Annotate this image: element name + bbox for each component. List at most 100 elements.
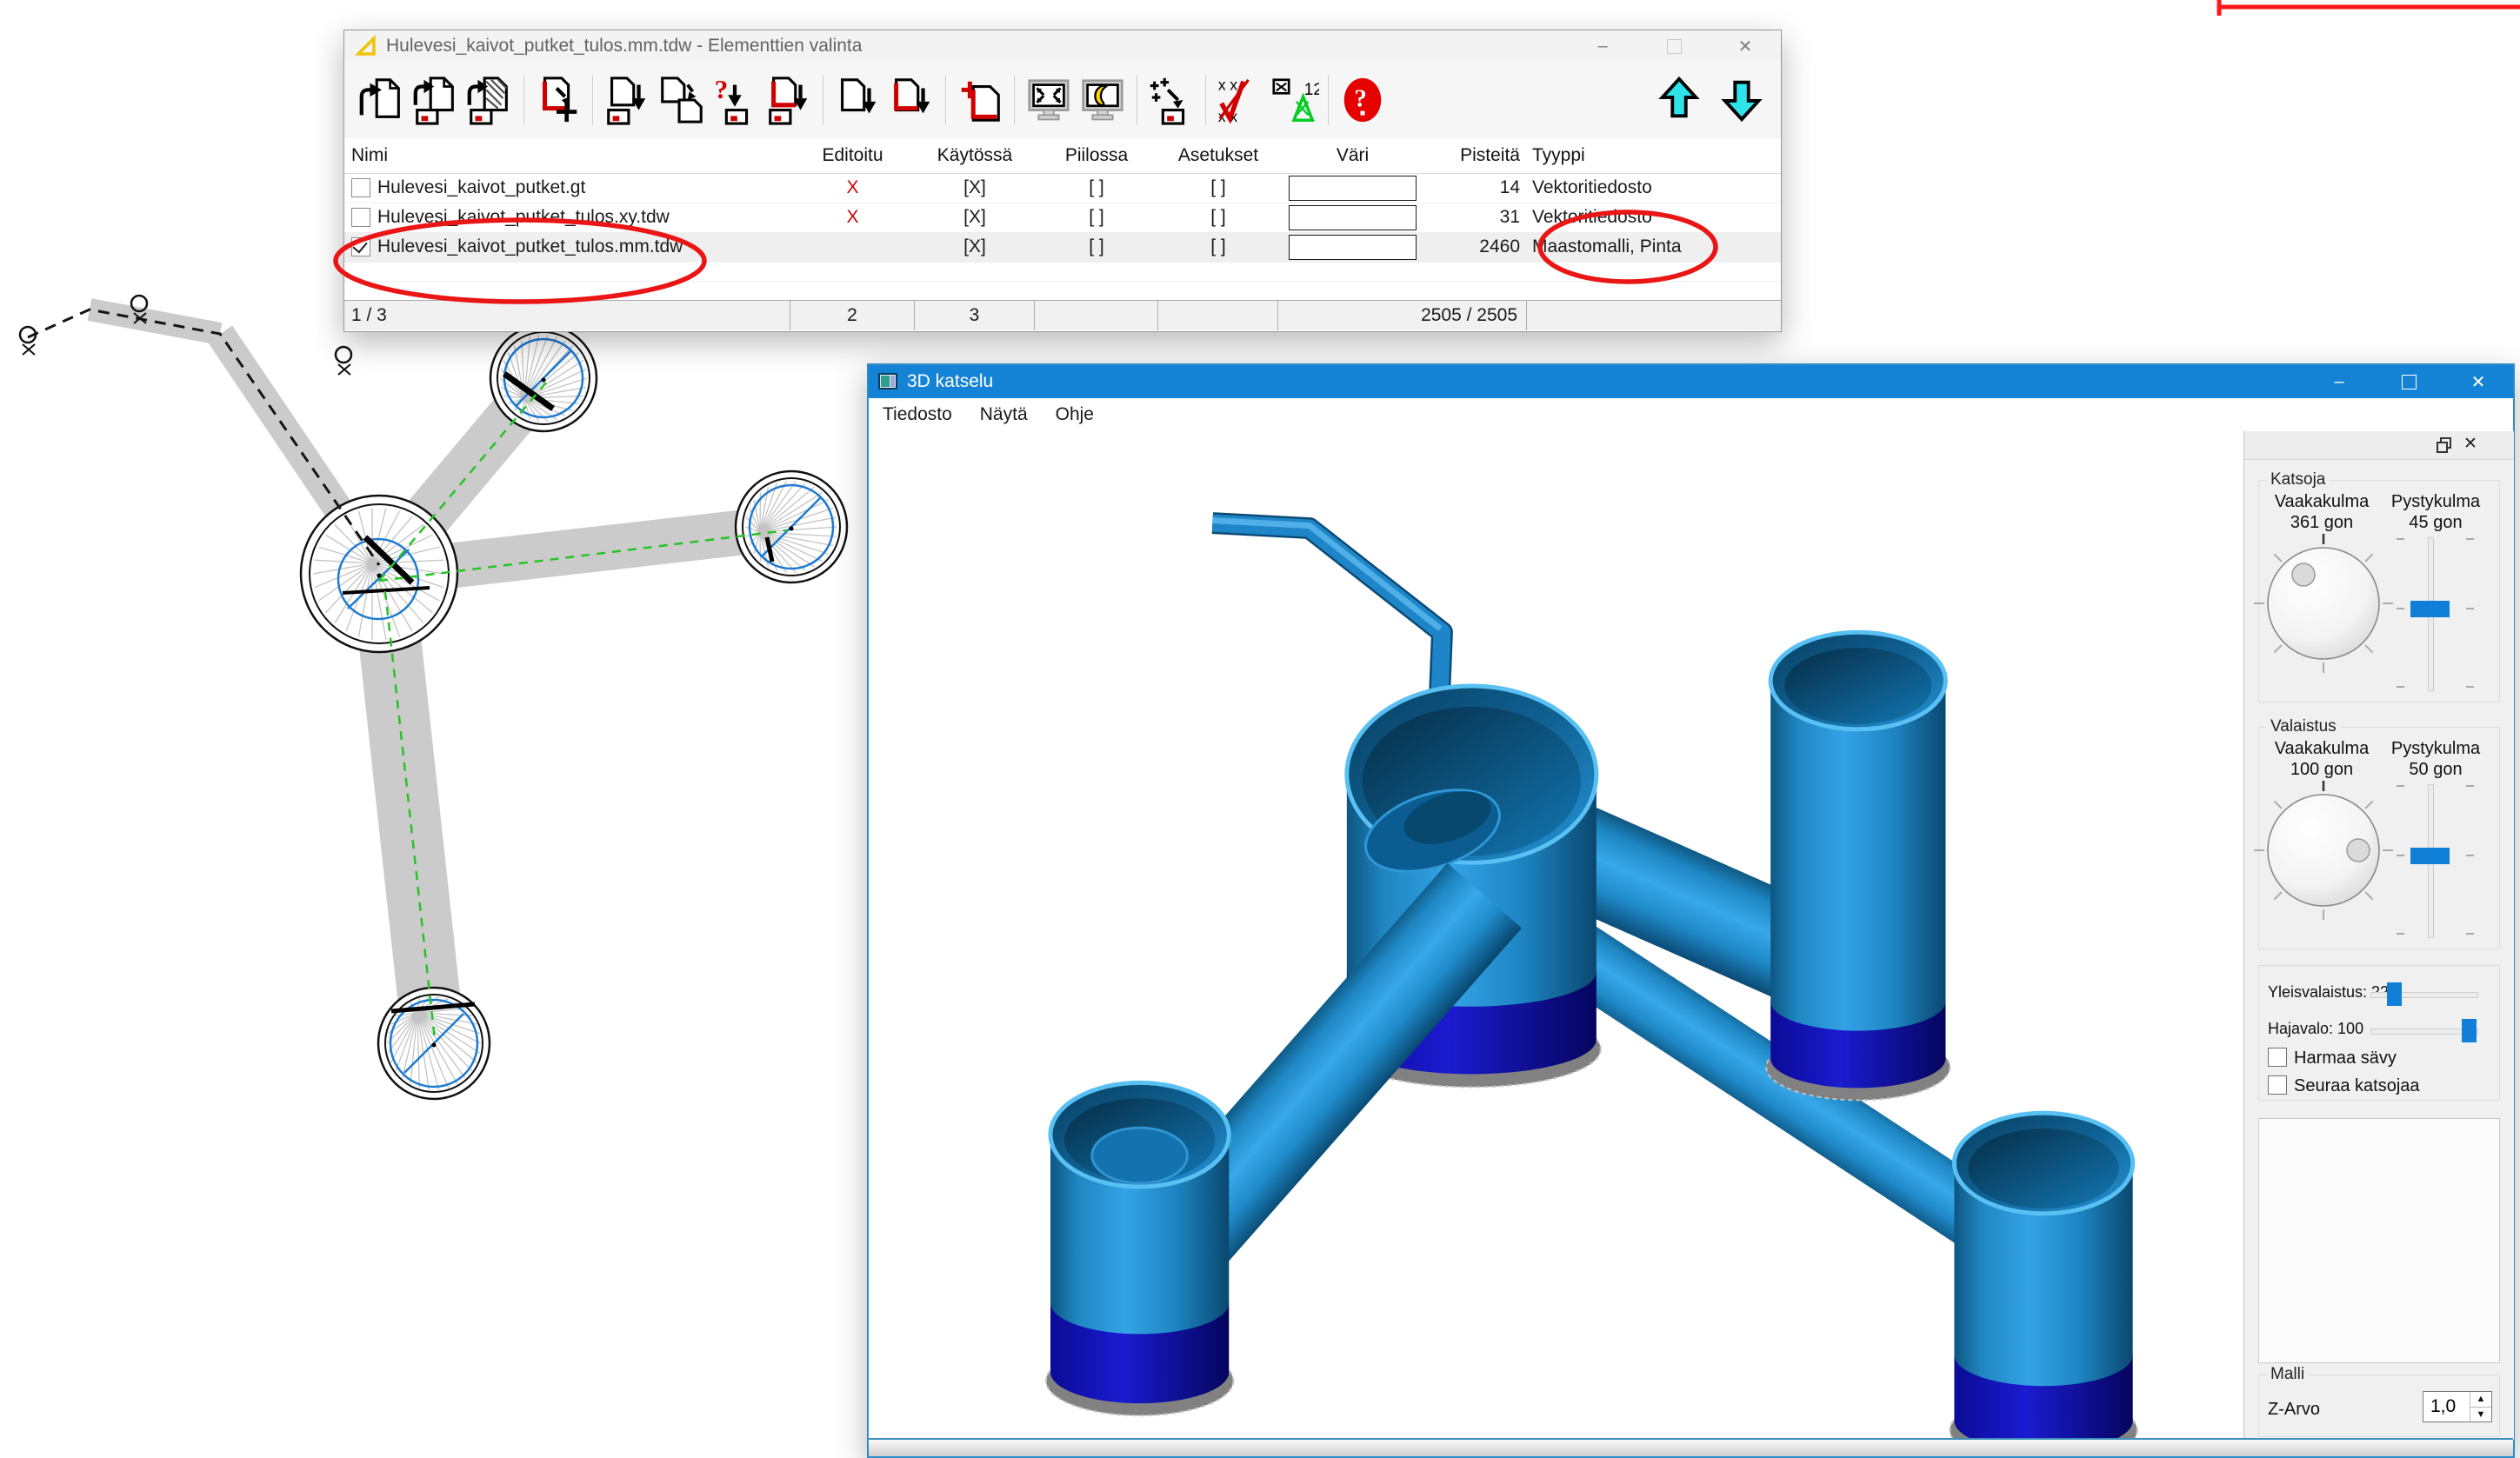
svg-text:?: ? (1354, 85, 1367, 113)
viewer-menubar: Tiedosto Näytä Ohje (869, 398, 2513, 432)
read-file-options-icon[interactable] (410, 75, 461, 125)
move-down-icon[interactable] (1717, 74, 1767, 124)
manhole-top-right (1766, 632, 1950, 1100)
row-checkbox[interactable] (351, 178, 370, 197)
knob-indicator (2292, 563, 2315, 586)
menu-nayta[interactable]: Näytä (966, 398, 1042, 431)
float-panel-icon[interactable] (2435, 436, 2454, 455)
col-header-kaytossa: Käytössä (915, 138, 1035, 173)
katsoja-group: Katsoja Vaakakulma 361 gon Pystykulma 45… (2258, 480, 2500, 702)
hidden-flag[interactable]: [ ] (1035, 173, 1158, 203)
col-header-asetukset: Asetukset (1158, 138, 1278, 173)
color-swatch[interactable] (1289, 205, 1417, 230)
numbering-icon[interactable]: 12 (1269, 75, 1319, 125)
diffuse-light-slider-handle[interactable] (2462, 1019, 2477, 1042)
svg-text:12: 12 (1304, 81, 1319, 99)
point-count: 14 (1427, 173, 1527, 203)
file-name: Hulevesi_kaivot_putket_tulos.xy.tdw (377, 207, 670, 228)
close-panel-icon[interactable]: ✕ (2463, 434, 2477, 454)
viewer-side-panel: ✕ Katsoja Vaakakulma 361 gon Pystykulma … (2243, 431, 2514, 1440)
panel-header: ✕ (2244, 431, 2514, 460)
table-row[interactable]: Hulevesi_kaivot_putket.gt X [X] [ ] [ ] … (344, 173, 1781, 203)
follow-viewer-checkbox[interactable] (2268, 1075, 2287, 1095)
valaistus-group-label: Valaistus (2266, 717, 2341, 736)
gray-tone-checkbox[interactable] (2268, 1048, 2287, 1067)
write-file-query-icon[interactable]: ? (710, 75, 760, 125)
close-button[interactable]: ✕ (1710, 30, 1781, 62)
check-codes-icon[interactable]: x x x x (1215, 75, 1265, 125)
settings-flag[interactable]: [ ] (1158, 173, 1278, 203)
in-use-flag[interactable]: [X] (915, 203, 1035, 232)
well-bottom (378, 988, 490, 1099)
viewer-title: 3D katselu (907, 371, 993, 392)
light-angle-knob[interactable] (2250, 776, 2397, 924)
viewer-app-icon (877, 371, 898, 392)
toolbar-separator (592, 75, 593, 125)
katsoja-group-label: Katsoja (2266, 470, 2330, 489)
file-name: Hulevesi_kaivot_putket_tulos.mm.tdw (377, 236, 683, 257)
add-file-icon[interactable] (533, 75, 583, 125)
menu-tiedosto[interactable]: Tiedosto (869, 398, 966, 431)
maximize-button[interactable] (1638, 30, 1710, 62)
diffuse-light-label: Hajavalo: 100 (2268, 1020, 2363, 1038)
panel-empty-area (2258, 1118, 2500, 1363)
point-count: 31 (1427, 203, 1527, 232)
move-up-icon[interactable] (1654, 74, 1704, 124)
file-type: Maastomalli, Pinta (1527, 232, 1781, 262)
spin-down-icon[interactable]: ▼ (2470, 1408, 2491, 1422)
toolbar-separator (1205, 75, 1206, 125)
menu-ohje[interactable]: Ohje (1042, 398, 1108, 431)
well-top (490, 325, 597, 431)
new-file-icon[interactable] (955, 75, 1005, 125)
hidden-flag[interactable]: [ ] (1035, 203, 1158, 232)
light-vertical-slider-handle[interactable] (2410, 848, 2450, 864)
svg-text:x x: x x (1218, 76, 1238, 93)
view-3d-icon[interactable] (1077, 75, 1128, 125)
viewer-titlebar[interactable]: 3D katselu – ✕ (869, 365, 2513, 398)
in-use-flag[interactable]: [X] (915, 232, 1035, 262)
lighting-settings-group: Yleisvalaistus: 22 Hajavalo: 100 Harmaa … (2258, 965, 2500, 1101)
app-triangle-icon (355, 35, 377, 57)
write-file-icon[interactable] (602, 75, 652, 125)
table-header-row: Nimi Editoitu Käytössä Piilossa Asetukse… (344, 138, 1781, 174)
element-window-titlebar[interactable]: Hulevesi_kaivot_putket_tulos.mm.tdw - El… (344, 30, 1781, 62)
spin-up-icon[interactable]: ▲ (2470, 1392, 2491, 1408)
malli-group: Malli Z-Arvo ▲ ▼ (2258, 1375, 2500, 1437)
read-file-icon[interactable] (357, 75, 407, 125)
help-icon[interactable]: ? (1337, 75, 1388, 125)
col-header-editoitu: Editoitu (790, 138, 915, 173)
pipe-bands (90, 310, 791, 1043)
edited-flag: X (790, 203, 915, 232)
in-use-flag[interactable]: [X] (915, 173, 1035, 203)
color-swatch[interactable] (1289, 176, 1417, 201)
edit-points-icon[interactable] (1146, 75, 1197, 125)
maximize-button[interactable] (2374, 365, 2443, 398)
write-active-file-icon[interactable] (763, 75, 814, 125)
settings-flag[interactable]: [ ] (1158, 203, 1278, 232)
minimize-button[interactable]: – (2304, 365, 2374, 398)
save-file-icon[interactable] (832, 75, 883, 125)
katsoja-vertical-label: Pystykulma (2381, 491, 2490, 512)
settings-flag[interactable]: [ ] (1158, 232, 1278, 262)
close-button[interactable]: ✕ (2443, 365, 2513, 398)
inlet-pipe (1212, 521, 1442, 696)
table-row[interactable]: Hulevesi_kaivot_putket_tulos.xy.tdw X [X… (344, 203, 1781, 233)
gray-tone-label: Harmaa sävy (2294, 1049, 2397, 1069)
viewport-3d[interactable] (869, 431, 2243, 1440)
hidden-flag[interactable]: [ ] (1035, 232, 1158, 262)
table-row-selected[interactable]: Hulevesi_kaivot_putket_tulos.mm.tdw [X] … (344, 232, 1781, 263)
color-swatch[interactable] (1289, 235, 1417, 260)
status-used-count: 3 (915, 301, 1035, 330)
z-value-input[interactable] (2423, 1392, 2470, 1421)
fit-view-icon[interactable] (1023, 75, 1074, 125)
write-file-as-icon[interactable] (656, 75, 706, 125)
minimize-button[interactable]: – (1567, 30, 1638, 62)
row-checkbox[interactable] (351, 208, 370, 227)
save-active-file-icon[interactable] (886, 75, 937, 125)
katsoja-horizontal-label: Vaakakulma (2264, 491, 2379, 512)
vertical-angle-slider-handle[interactable] (2410, 601, 2450, 617)
read-file-format-icon[interactable] (464, 75, 515, 125)
empty-row (344, 281, 1781, 300)
row-checkbox[interactable] (351, 237, 370, 256)
horizontal-angle-knob[interactable] (2250, 529, 2397, 677)
